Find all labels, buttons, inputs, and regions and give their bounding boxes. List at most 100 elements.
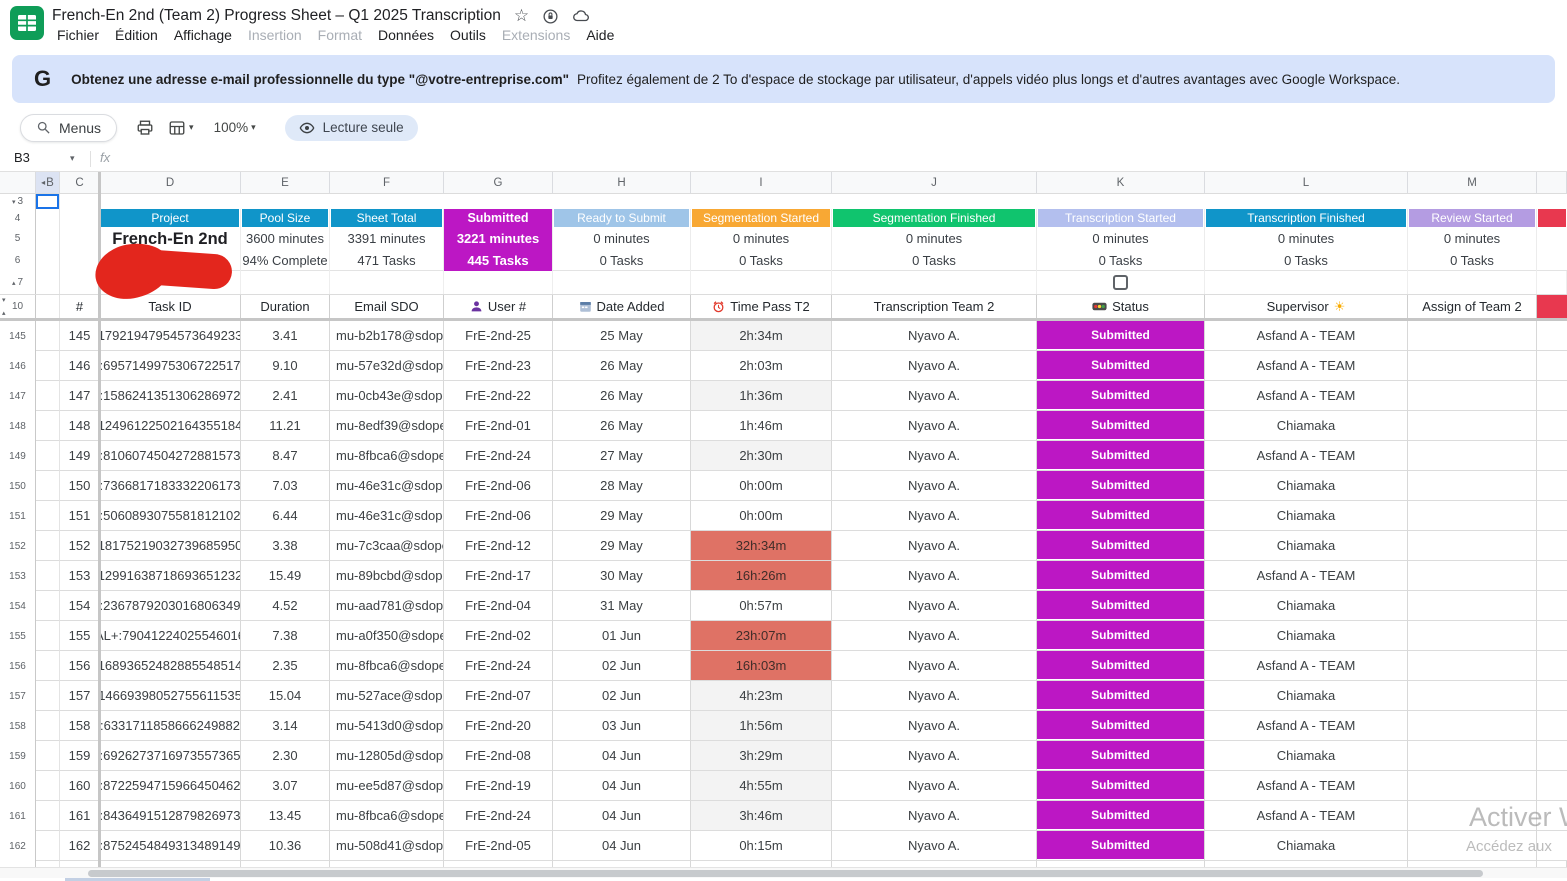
cell-task-id[interactable]: :6957149975306722517 [100,351,241,381]
summary-card-transcription-finished[interactable]: Transcription Finished0 minutes0 Tasks [1205,209,1408,271]
column-letter-F[interactable]: F [330,172,444,194]
row-header-149[interactable]: 149 [0,441,36,471]
cell-assign[interactable] [1408,441,1537,471]
cell-b[interactable] [36,711,60,741]
cell[interactable] [444,194,553,209]
cell[interactable] [691,194,832,209]
cell-supervisor[interactable]: Chiamaka [1205,471,1408,501]
cell-assign[interactable] [1408,351,1537,381]
row-header-161[interactable]: 161 [0,801,36,831]
cell-time-pass[interactable]: 23h:07m [691,621,832,651]
column-letter-L[interactable]: L [1205,172,1408,194]
row-header-145[interactable]: 145 [0,321,36,351]
cell-b[interactable] [36,741,60,771]
cell-duration[interactable]: 3.14 [241,711,330,741]
cell[interactable] [1205,271,1408,294]
cell-time-pass[interactable]: 4h:23m [691,681,832,711]
cell-team[interactable]: Nyavo A. [832,471,1037,501]
cell-team[interactable]: Nyavo A. [832,681,1037,711]
column-letter-edge[interactable] [1537,172,1567,194]
cell-supervisor[interactable]: Chiamaka [1205,831,1408,861]
cell-assign[interactable] [1408,741,1537,771]
cell-email-sdo[interactable]: mu-527ace@sdopera [330,681,444,711]
workspace-promo-banner[interactable]: G Obtenez une adresse e-mail professionn… [12,55,1555,103]
cell-status[interactable]: Submitted [1037,801,1205,831]
column-header--[interactable]: # [60,295,100,318]
cell-edge[interactable] [1537,411,1567,441]
cell-edge[interactable] [1537,621,1567,651]
cell-task-number[interactable]: 162 [60,831,100,861]
cell-task-number[interactable]: 161 [60,801,100,831]
cell-supervisor[interactable]: Asfand A - TEAM [1205,561,1408,591]
cell-team[interactable]: Nyavo A. [832,651,1037,681]
cell-b[interactable] [36,501,60,531]
cell-b[interactable] [36,471,60,501]
cell-task-number[interactable]: 149 [60,441,100,471]
cell-user-number[interactable]: FrE-2nd-07 [444,681,553,711]
cell-task-id[interactable]: :5060893075581812102 [100,501,241,531]
cell-user-number[interactable]: FrE-2nd-02 [444,621,553,651]
row-label-r4[interactable]: 4 [0,209,35,227]
cell-task-number[interactable]: 158 [60,711,100,741]
cell[interactable] [1537,194,1567,209]
menu-extensions[interactable]: Extensions [494,27,578,43]
cell[interactable] [60,209,100,271]
cell-duration[interactable]: 13.45 [241,801,330,831]
cell-assign[interactable] [1408,471,1537,501]
cell-time-pass[interactable]: 0h:57m [691,591,832,621]
cell-user-number[interactable]: FrE-2nd-06 [444,501,553,531]
cell-supervisor[interactable]: Asfand A - TEAM [1205,441,1408,471]
cell-team[interactable]: Nyavo A. [832,561,1037,591]
column-letter-E[interactable]: E [241,172,330,194]
cell-duration[interactable]: 7.38 [241,621,330,651]
cell-task-id[interactable]: :6331711858666249882 [100,711,241,741]
cell-supervisor[interactable]: Asfand A - TEAM [1205,321,1408,351]
cell-assign[interactable] [1408,381,1537,411]
cell-task-id[interactable]: :8752454849313489149 [100,831,241,861]
cell-task-number[interactable]: 151 [60,501,100,531]
cell-status[interactable]: Submitted [1037,531,1205,561]
cell-email-sdo[interactable]: mu-89bcbd@sdoper [330,561,444,591]
row-header-10[interactable]: ▾10▴ [0,295,36,318]
row-header-150[interactable]: 150 [0,471,36,501]
cell-user-number[interactable]: FrE-2nd-17 [444,561,553,591]
cell-b[interactable] [36,681,60,711]
cell-email-sdo[interactable]: mu-12805d@sdoper [330,741,444,771]
column-letter-B[interactable]: ◂B [36,172,60,194]
cell-task-number[interactable]: 148 [60,411,100,441]
cell-duration[interactable]: 15.49 [241,561,330,591]
cell-b[interactable] [36,621,60,651]
star-icon[interactable]: ☆ [514,6,529,26]
cell-email-sdo[interactable]: mu-8fbca6@sdopera [330,651,444,681]
cell-duration[interactable]: 3.38 [241,531,330,561]
cell-date-added[interactable]: 04 Jun [553,801,691,831]
summary-card-pool-size[interactable]: Pool Size3600 minutes94% Complete [241,209,330,271]
cell-status[interactable]: Submitted [1037,621,1205,651]
cell-assign[interactable] [1408,561,1537,591]
cell-team[interactable]: Nyavo A. [832,501,1037,531]
cell-edge[interactable] [1537,591,1567,621]
cell-email-sdo[interactable]: mu-508d41@sdoper [330,831,444,861]
cell-duration[interactable]: 10.36 [241,831,330,861]
cell[interactable] [553,271,691,294]
cell-b[interactable] [36,591,60,621]
cell-task-number[interactable]: 155 [60,621,100,651]
row-header-153[interactable]: 153 [0,561,36,591]
cell[interactable] [1205,194,1408,209]
cell-edge[interactable] [1537,681,1567,711]
cell-task-id[interactable]: 14669398052755611535 [100,681,241,711]
cell-duration[interactable]: 3.07 [241,771,330,801]
cell-b[interactable] [36,441,60,471]
cell-date-added[interactable]: 26 May [553,381,691,411]
cell-duration[interactable]: 15.04 [241,681,330,711]
column-letter-D[interactable]: D [100,172,241,194]
row-header-159[interactable]: 159 [0,741,36,771]
cell[interactable] [444,271,553,294]
summary-card-ready-to-submit[interactable]: Ready to Submit0 minutes0 Tasks [553,209,691,271]
cell-b[interactable] [36,351,60,381]
cell-email-sdo[interactable]: mu-ee5d87@sdoper [330,771,444,801]
cell[interactable] [241,271,330,294]
cell-time-pass[interactable]: 16h:03m [691,651,832,681]
name-box[interactable]: B3 [14,150,30,165]
cell-date-added[interactable]: 26 May [553,351,691,381]
